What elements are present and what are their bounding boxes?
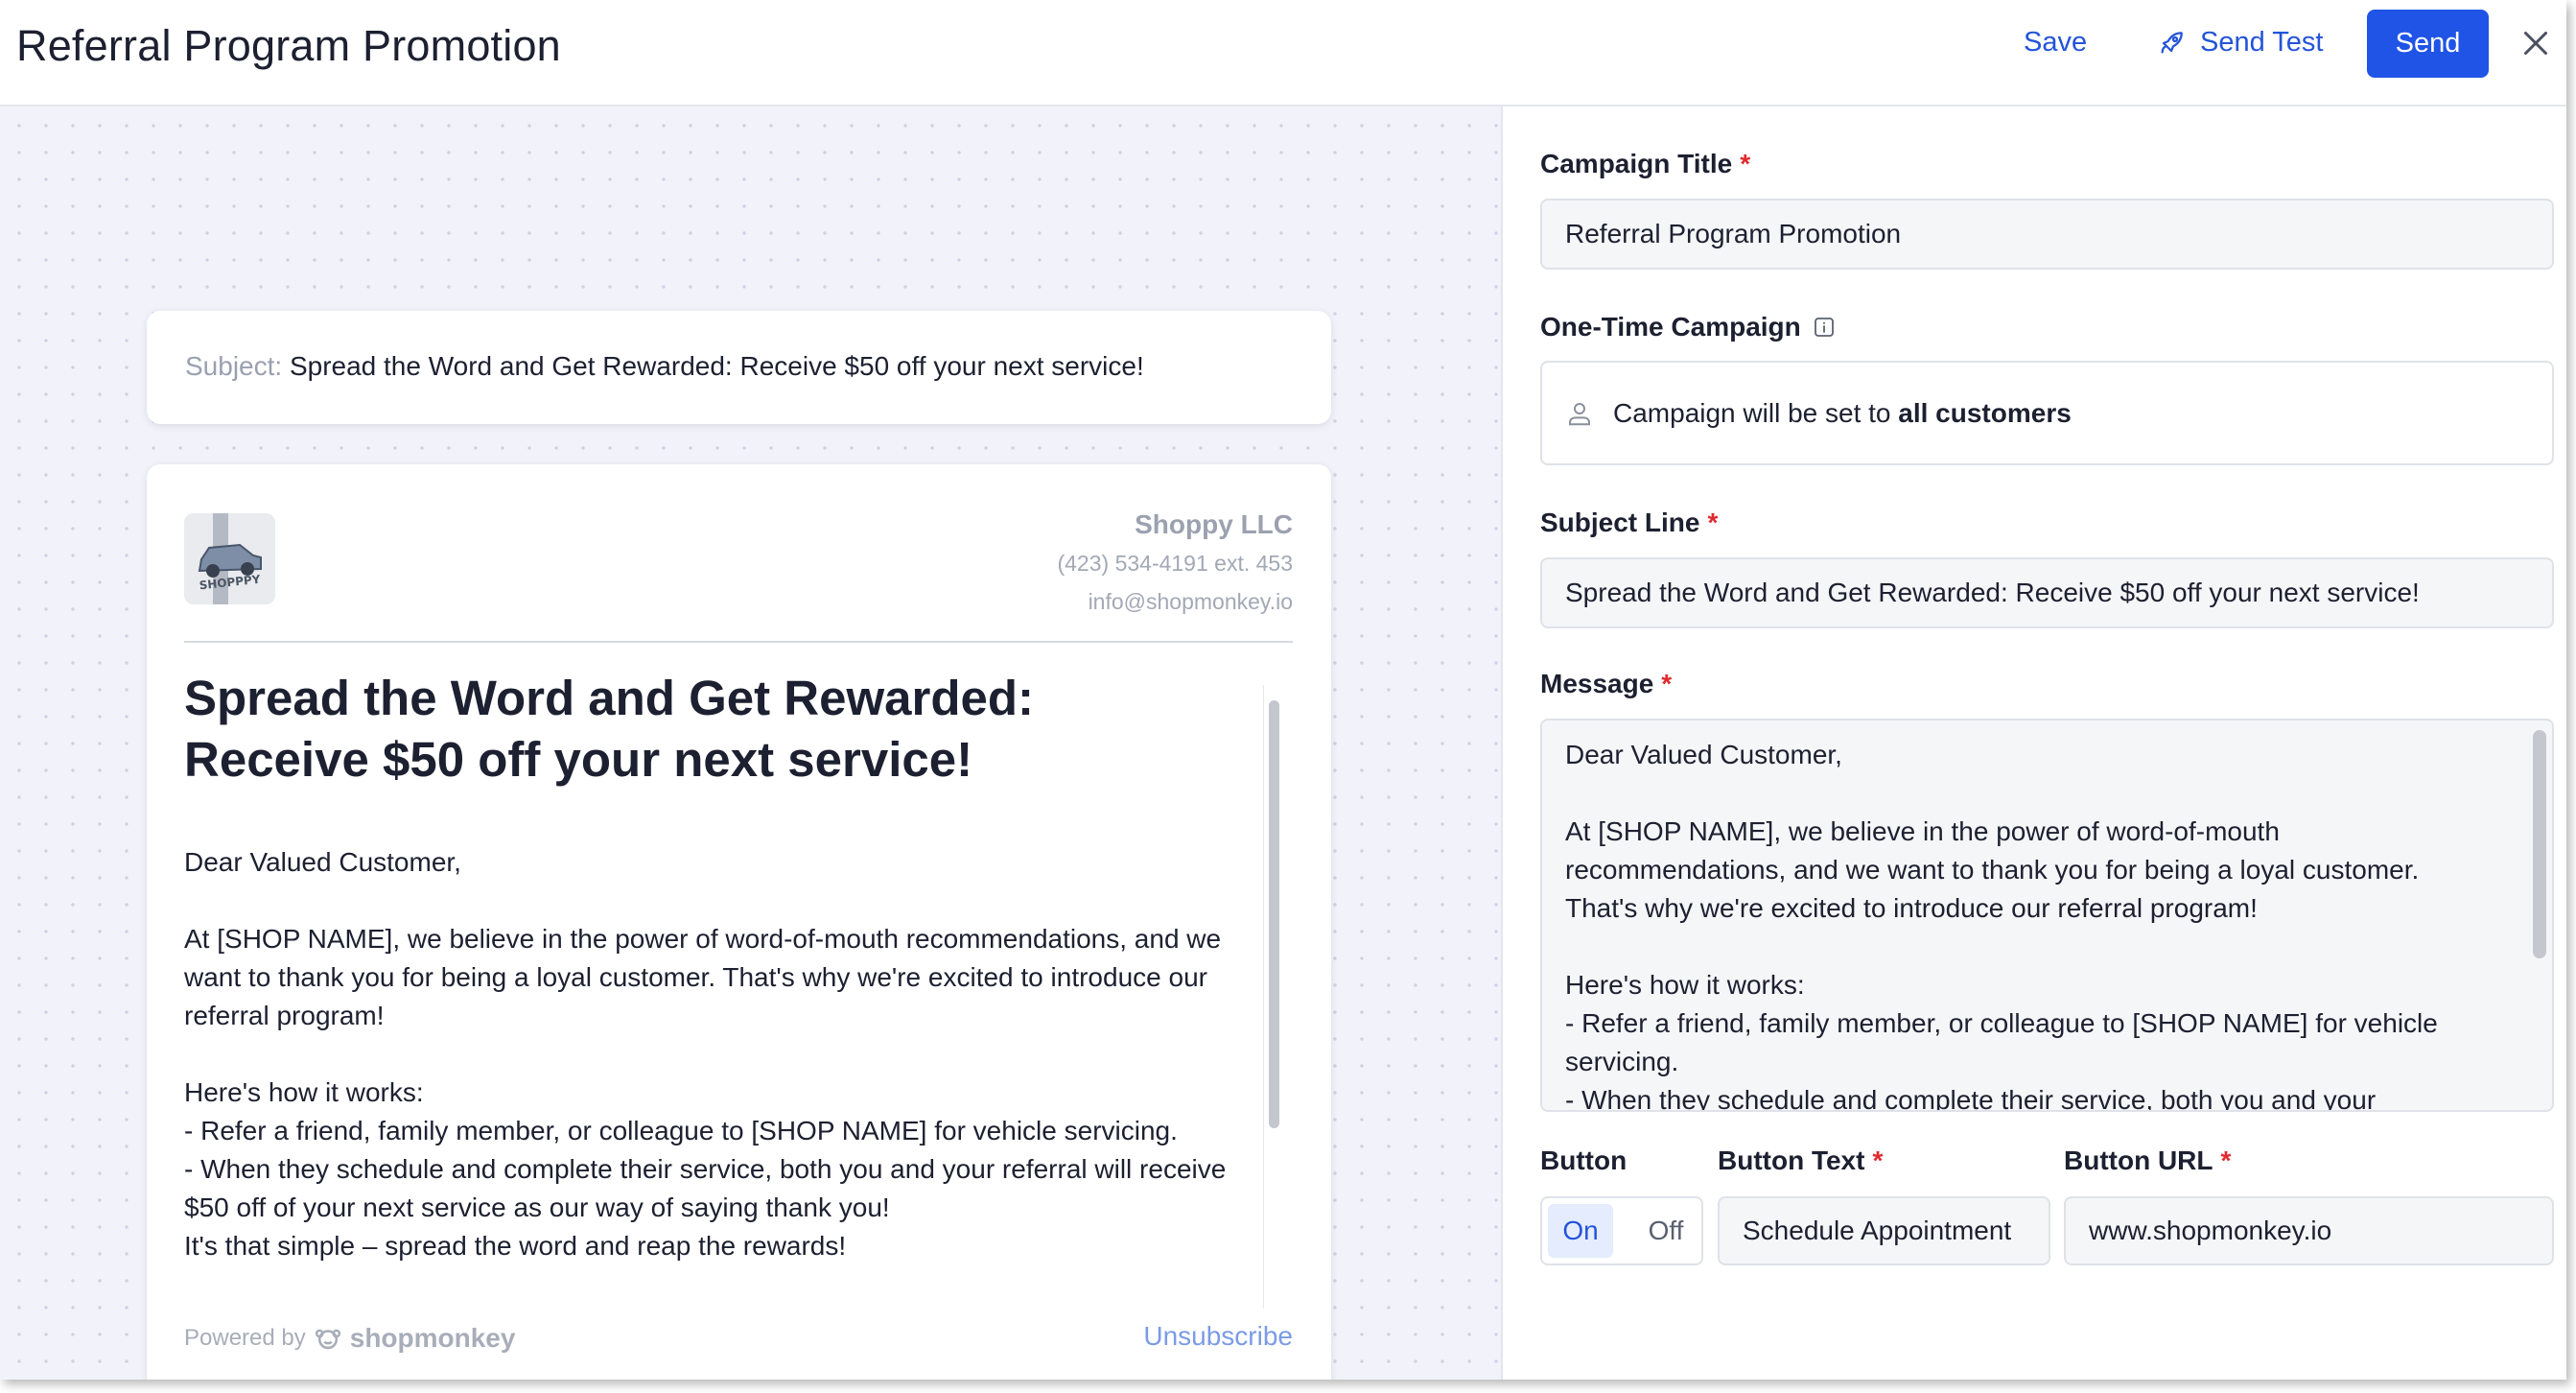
email-preview-card: SHOPPPY Shoppy LLC (423) 534-4191 ext. 4… [147,464,1331,1380]
powered-by: Powered by shopmonkey [184,1323,515,1354]
button-url-input[interactable]: www.shopmonkey.io [2064,1196,2554,1265]
message-scrollbar-thumb[interactable] [2533,730,2546,958]
required-marker: * [1661,669,1673,698]
email-heading: Spread the Word and Get Rewarded: Receiv… [184,671,1035,787]
message-label: Message * [1540,669,1672,699]
preview-scrollbar[interactable] [1263,685,1282,1309]
shop-email: info@shopmonkey.io [1088,589,1293,614]
preview-scrollbar-thumb[interactable] [1269,700,1279,1128]
car-logo-icon: SHOPPPY [184,513,275,604]
campaign-title-label-text: Campaign Title [1540,149,1733,178]
shop-name: Shoppy LLC [1135,509,1293,539]
button-text-input[interactable]: Schedule Appointment [1718,1196,2050,1265]
rocket-icon [2161,31,2183,53]
email-preview-pane: Subject: Spread the Word and Get Rewarde… [0,106,1501,1380]
audience-prefix: Campaign will be set to [1613,397,1891,428]
button-url-label: Button URL * [2064,1145,2231,1176]
unsubscribe-link[interactable]: Unsubscribe [1143,1321,1293,1352]
divider [184,641,1293,643]
required-marker: * [1707,508,1719,537]
subject-line-label-text: Subject Line [1540,508,1700,537]
campaign-title-input[interactable]: Referral Program Promotion [1540,199,2554,270]
button-text-label: Button Text * [1718,1145,1883,1176]
message-text: Dear Valued Customer, At [SHOP NAME], we… [1565,740,2438,1112]
one-time-campaign-label: One-Time Campaign [1540,312,1836,342]
required-marker: * [1872,1145,1884,1175]
campaign-editor-window: Referral Program Promotion Save Send Tes… [0,0,2566,1380]
audience-text: Campaign will be set to all customers [1613,398,2072,429]
powered-by-brand: shopmonkey [349,1323,516,1353]
info-icon[interactable] [1813,316,1836,339]
required-marker: * [2220,1145,2232,1175]
subject-preview: Subject: Spread the Word and Get Rewarde… [185,351,1144,382]
subject-line-input[interactable]: Spread the Word and Get Rewarded: Receiv… [1540,557,2554,628]
header-bar: Referral Program Promotion Save Send Tes… [0,0,2566,106]
page-title: Referral Program Promotion [16,21,561,70]
audience-value: all customers [1898,397,2072,428]
required-marker: * [1740,149,1751,178]
message-label-text: Message [1540,669,1654,698]
one-time-campaign-label-text: One-Time Campaign [1540,312,1801,342]
subject-preview-card: Subject: Spread the Word and Get Rewarde… [147,311,1331,424]
subject-preview-text: Spread the Word and Get Rewarded: Receiv… [289,351,1144,381]
toggle-on-option[interactable]: On [1548,1204,1613,1258]
shop-logo: SHOPPPY [184,513,275,604]
button-label: Button [1540,1145,1628,1175]
send-button[interactable]: Send [2367,10,2489,78]
save-button[interactable]: Save [2024,27,2087,59]
button-text-label-text: Button Text [1718,1145,1865,1175]
shopmonkey-logo-icon [315,1329,340,1350]
shop-phone: (423) 534-4191 ext. 453 [1057,551,1293,576]
email-message: Dear Valued Customer, At [SHOP NAME], we… [184,847,1227,1261]
audience-display: Campaign will be set to all customers [1540,361,2554,465]
send-test-label: Send Test [2200,27,2324,58]
close-icon[interactable] [2518,26,2553,60]
powered-by-label: Powered by [184,1325,306,1351]
user-icon [1569,402,1590,425]
button-toggle: On Off [1540,1196,1703,1265]
campaign-title-label: Campaign Title * [1540,149,1750,179]
button-url-label-text: Button URL [2064,1145,2213,1175]
subject-line-label: Subject Line * [1540,508,1718,538]
send-test-button[interactable]: Send Test [2156,27,2323,59]
campaign-form: Campaign Title * Referral Program Promoti… [1503,106,2566,1380]
subject-prefix-label: Subject: [185,351,283,381]
email-body: Spread the Word and Get Rewarded: Receiv… [184,668,1249,1291]
shop-info: Shoppy LLC (423) 534-4191 ext. 453 info@… [1057,506,1293,621]
toggle-off-option[interactable]: Off [1634,1204,1698,1258]
message-textarea[interactable]: Dear Valued Customer, At [SHOP NAME], we… [1540,719,2554,1112]
